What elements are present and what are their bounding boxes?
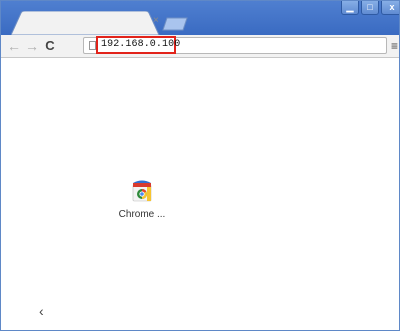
previous-page-icon[interactable]: ‹ <box>39 303 44 319</box>
tab-close-icon[interactable]: × <box>153 16 159 26</box>
title-bar: × ▁ □ x <box>1 1 399 35</box>
minimize-button[interactable]: ▁ <box>341 1 359 15</box>
close-window-button[interactable]: x <box>381 1 399 15</box>
menu-icon[interactable]: ≡ <box>391 39 399 53</box>
window-controls: ▁ □ x <box>341 1 399 19</box>
forward-button[interactable]: → <box>25 38 39 54</box>
app-tile-chrome[interactable]: Chrome ... <box>111 179 173 220</box>
url-text[interactable]: 192.168.0.100 <box>101 39 180 50</box>
tab-shape <box>11 11 160 35</box>
app-label: Chrome ... <box>118 209 166 220</box>
address-bar[interactable]: 192.168.0.100 <box>83 36 387 54</box>
reload-button[interactable]: C <box>43 38 57 54</box>
toolbar: ← → C 192.168.0.100 ≡ <box>1 35 399 58</box>
back-button[interactable]: ← <box>7 38 21 54</box>
chrome-web-store-icon <box>132 180 152 202</box>
page-icon <box>89 41 96 50</box>
active-tab[interactable]: × <box>11 11 169 35</box>
new-tab-page <box>1 58 399 330</box>
browser-window: × ▁ □ x ← → C 192.168.0.100 ≡ Chrome ...… <box>0 0 400 331</box>
new-tab-button[interactable] <box>161 17 189 31</box>
maximize-button[interactable]: □ <box>361 1 379 15</box>
